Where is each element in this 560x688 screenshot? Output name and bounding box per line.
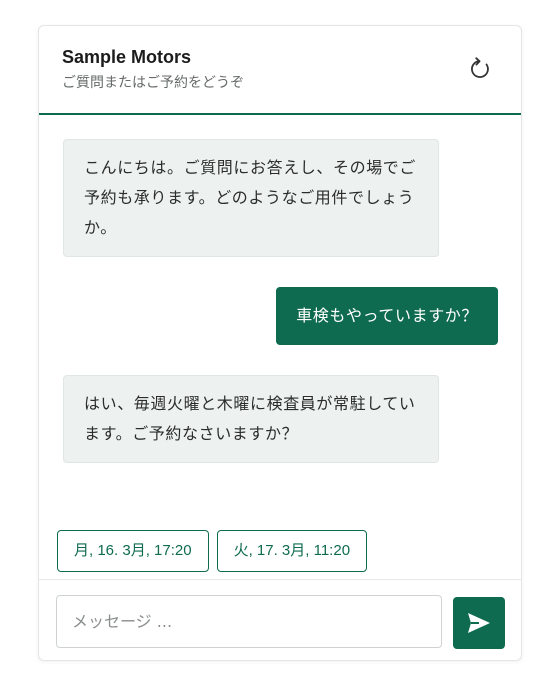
send-icon <box>468 613 490 633</box>
chat-subtitle: ご質問またはご予約をどうぞ <box>62 75 244 91</box>
bot-message: こんにちは。ご質問にお答えし、その場でご予約も承ります。どのようなご用件でしょう… <box>63 139 439 257</box>
message-input[interactable] <box>56 595 442 648</box>
message-composer <box>39 579 521 660</box>
user-message: 車検もやっていますか？ <box>276 287 498 345</box>
reset-conversation-button[interactable] <box>467 56 493 82</box>
chat-title: Sample Motors <box>62 47 192 67</box>
refresh-icon <box>471 57 489 78</box>
chat-header: Sample Motors ご質問またはご予約をどうぞ <box>39 26 521 115</box>
bot-message: はい、毎週火曜と木曜に検査員が常駐しています。ご予約なさいますか？ <box>63 375 439 463</box>
slot-suggestion-button[interactable]: 月, 16. 3月, 17:20 <box>57 530 209 572</box>
slot-suggestion-button[interactable]: 火, 17. 3月, 11:20 <box>216 530 368 572</box>
chat-widget: Sample Motors ご質問またはご予約をどうぞ こんにちは。ご質問にお答… <box>38 25 522 661</box>
send-button[interactable] <box>453 597 505 649</box>
suggested-slots: 月, 16. 3月, 17:20 火, 17. 3月, 11:20 <box>57 530 368 572</box>
